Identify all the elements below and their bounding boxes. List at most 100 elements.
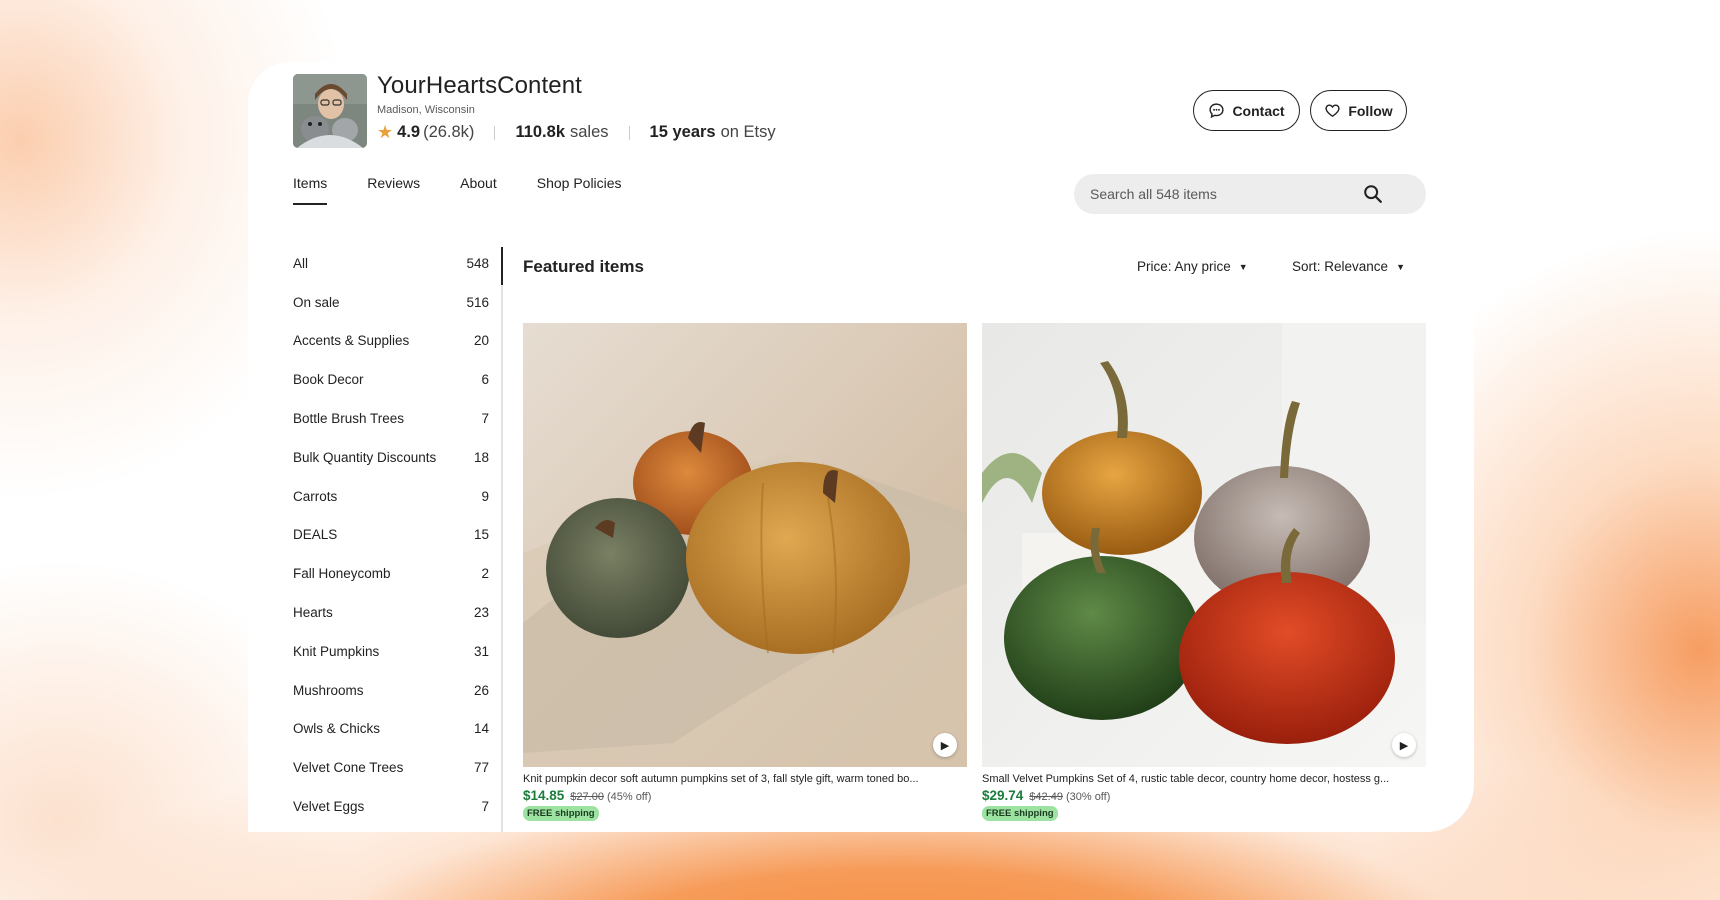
contact-button[interactable]: Contact bbox=[1193, 90, 1300, 131]
free-shipping-badge: FREE shipping bbox=[523, 806, 599, 821]
listing-card[interactable]: ▶ Small Velvet Pumpkins Set of 4, rustic… bbox=[982, 323, 1426, 821]
contact-label: Contact bbox=[1232, 102, 1285, 119]
category-label: Bulk Quantity Discounts bbox=[293, 449, 437, 465]
sidebar-item-owls-chicks[interactable]: Owls & Chicks 14 bbox=[293, 710, 501, 749]
play-icon[interactable]: ▶ bbox=[933, 733, 957, 757]
category-count: 31 bbox=[473, 643, 489, 659]
category-sidebar: All 548 On sale 516 Accents & Supplies 20 B… bbox=[293, 244, 501, 826]
listing-card[interactable]: ▶ Knit pumpkin decor soft autumn pumpkin… bbox=[523, 323, 967, 821]
category-count: 7 bbox=[481, 799, 489, 815]
tab-about[interactable]: About bbox=[460, 175, 497, 205]
category-label: Velvet Eggs bbox=[293, 799, 365, 815]
price-row: $29.74 $42.49 (30% off) bbox=[982, 788, 1426, 803]
sidebar-item-deals[interactable]: DEALS 15 bbox=[293, 516, 501, 555]
tab-items[interactable]: Items bbox=[293, 175, 328, 205]
velvet-pumpkins-photo bbox=[982, 323, 1426, 767]
sidebar-item-knit-pumpkins[interactable]: Knit Pumpkins 31 bbox=[293, 632, 501, 671]
shop-name: YourHeartsContent bbox=[377, 72, 582, 99]
category-label: Fall Honeycomb bbox=[293, 566, 391, 582]
shop-owner-photo bbox=[293, 74, 367, 148]
category-count: 15 bbox=[473, 527, 489, 543]
shop-avatar[interactable] bbox=[293, 74, 367, 148]
free-shipping-badge: FREE shipping bbox=[982, 806, 1058, 821]
sort-label: Sort: Relevance bbox=[1292, 259, 1389, 274]
category-count: 516 bbox=[466, 294, 489, 310]
listing-original-price: $42.49 bbox=[1029, 791, 1063, 803]
search-icon[interactable] bbox=[1362, 183, 1384, 205]
sidebar-divider bbox=[501, 247, 503, 832]
category-label: Owls & Chicks bbox=[293, 721, 381, 737]
stats-divider bbox=[494, 125, 496, 140]
category-label: Mushrooms bbox=[293, 682, 364, 698]
sidebar-item-bottle-brush-trees[interactable]: Bottle Brush Trees 7 bbox=[293, 399, 501, 438]
search-input[interactable]: Search all 548 items bbox=[1074, 174, 1426, 214]
shop-years-label: on Etsy bbox=[720, 123, 776, 141]
category-label: Knit Pumpkins bbox=[293, 643, 380, 659]
sidebar-item-bulk-quantity-discounts[interactable]: Bulk Quantity Discounts 18 bbox=[293, 438, 501, 477]
heart-icon bbox=[1325, 104, 1340, 117]
category-count: 14 bbox=[473, 721, 489, 737]
shop-sales-label: sales bbox=[570, 123, 609, 141]
listing-title[interactable]: Small Velvet Pumpkins Set of 4, rustic t… bbox=[982, 773, 1426, 785]
shop-years-value: 15 years bbox=[649, 123, 716, 141]
sidebar-item-velvet-eggs[interactable]: Velvet Eggs 7 bbox=[293, 787, 501, 826]
shop-sales-value: 110.8k bbox=[515, 123, 565, 141]
sidebar-active-indicator bbox=[501, 247, 503, 285]
shop-tabs: Items Reviews About Shop Policies bbox=[293, 175, 662, 205]
sidebar-item-carrots[interactable]: Carrots 9 bbox=[293, 477, 501, 516]
shop-stats: ★ 4.9 (26.8k) 110.8k sales 15 years on E… bbox=[377, 122, 776, 143]
shop-location: Madison, Wisconsin bbox=[377, 104, 475, 116]
shop-card: YourHeartsContent Madison, Wisconsin ★ 4… bbox=[248, 62, 1474, 832]
category-count: 2 bbox=[481, 566, 489, 582]
category-count: 18 bbox=[473, 449, 489, 465]
category-count: 7 bbox=[481, 411, 489, 427]
sidebar-item-on-sale[interactable]: On sale 516 bbox=[293, 283, 501, 322]
play-icon[interactable]: ▶ bbox=[1392, 733, 1416, 757]
star-icon: ★ bbox=[377, 122, 394, 142]
category-label: Book Decor bbox=[293, 372, 364, 388]
listing-price: $29.74 bbox=[982, 788, 1024, 803]
shop-rating: 4.9 bbox=[397, 123, 421, 141]
category-label: Carrots bbox=[293, 488, 338, 504]
category-label: On sale bbox=[293, 294, 340, 310]
shop-review-count[interactable]: (26.8k) bbox=[423, 123, 474, 142]
caret-down-icon: ▼ bbox=[1238, 261, 1248, 272]
listing-image[interactable]: ▶ bbox=[523, 323, 967, 767]
listing-price: $14.85 bbox=[523, 788, 565, 803]
listing-image[interactable]: ▶ bbox=[982, 323, 1426, 767]
listing-discount: (30% off) bbox=[1065, 791, 1111, 803]
sidebar-item-hearts[interactable]: Hearts 23 bbox=[293, 593, 501, 632]
category-label: Velvet Cone Trees bbox=[293, 760, 404, 776]
caret-down-icon: ▼ bbox=[1396, 261, 1405, 272]
category-count: 6 bbox=[481, 372, 489, 388]
category-count: 9 bbox=[481, 488, 489, 504]
chat-icon bbox=[1209, 103, 1225, 119]
category-label: Hearts bbox=[293, 605, 333, 621]
follow-button[interactable]: Follow bbox=[1310, 90, 1407, 131]
listing-original-price: $27.00 bbox=[570, 791, 604, 803]
tab-reviews[interactable]: Reviews bbox=[367, 175, 420, 205]
listing-discount: (45% off) bbox=[606, 791, 652, 803]
sidebar-item-accents-supplies[interactable]: Accents & Supplies 20 bbox=[293, 322, 501, 361]
category-count: 26 bbox=[473, 682, 489, 698]
sidebar-item-mushrooms[interactable]: Mushrooms 26 bbox=[293, 671, 501, 710]
tab-shop-policies[interactable]: Shop Policies bbox=[537, 175, 622, 205]
sidebar-item-all[interactable]: All 548 bbox=[293, 244, 501, 283]
category-count: 77 bbox=[473, 760, 489, 776]
sidebar-item-fall-honeycomb[interactable]: Fall Honeycomb 2 bbox=[293, 554, 501, 593]
follow-label: Follow bbox=[1348, 102, 1393, 119]
price-filter-dropdown[interactable]: Price: Any price ▼ bbox=[1137, 259, 1248, 274]
price-row: $14.85 $27.00 (45% off) bbox=[523, 788, 967, 803]
category-count: 548 bbox=[466, 255, 489, 271]
knit-pumpkins-photo bbox=[523, 323, 967, 767]
sidebar-item-velvet-cone-trees[interactable]: Velvet Cone Trees 77 bbox=[293, 748, 501, 787]
price-filter-label: Price: Any price bbox=[1137, 259, 1231, 274]
section-title: Featured items bbox=[523, 257, 644, 276]
category-label: All bbox=[293, 255, 309, 271]
listing-title[interactable]: Knit pumpkin decor soft autumn pumpkins … bbox=[523, 773, 967, 785]
sidebar-item-book-decor[interactable]: Book Decor 6 bbox=[293, 360, 501, 399]
stats-divider bbox=[628, 125, 630, 140]
category-count: 20 bbox=[473, 333, 489, 349]
category-label: Accents & Supplies bbox=[293, 333, 410, 349]
sort-dropdown[interactable]: Sort: Relevance ▼ bbox=[1292, 259, 1405, 274]
